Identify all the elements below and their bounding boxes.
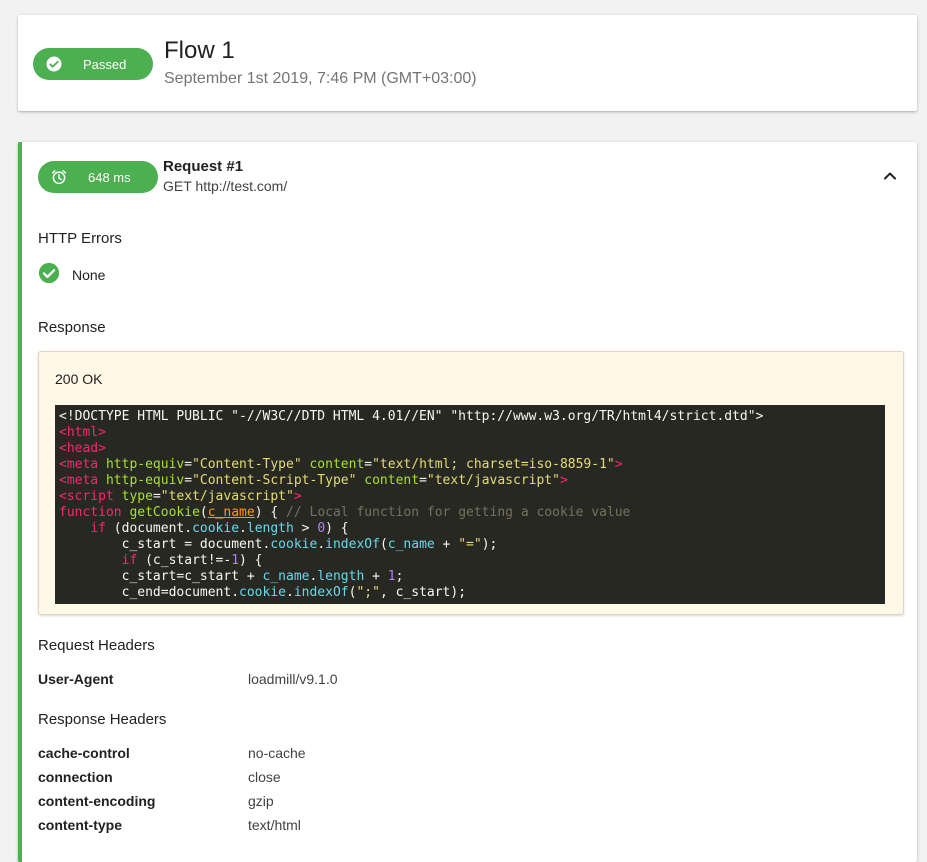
response-headers-title: Response Headers xyxy=(38,711,167,728)
code-token: (c_start!=- xyxy=(145,553,232,568)
code-token: content xyxy=(309,457,365,472)
header-key: content-encoding xyxy=(38,793,156,809)
check-circle-icon xyxy=(46,56,62,72)
header-value: text/html xyxy=(248,817,301,833)
flow-card: Passed Flow 1 September 1st 2019, 7:46 P… xyxy=(18,15,917,111)
code-token: document xyxy=(121,521,185,536)
code-token: function xyxy=(59,505,122,520)
code-token: 0 xyxy=(317,521,326,536)
code-token: c_name xyxy=(207,505,255,520)
code-token: <meta xyxy=(59,473,106,488)
code-token: > xyxy=(293,489,302,504)
code-token: ";" xyxy=(356,585,380,600)
duration-badge: 648 ms xyxy=(38,161,158,193)
code-token: 1 xyxy=(387,569,396,584)
http-errors-value: None xyxy=(72,267,106,283)
code-line: <!DOCTYPE HTML PUBLIC "-//W3C//DTD HTML … xyxy=(59,409,764,424)
code-token: > xyxy=(559,473,568,488)
request-header-row: User-Agent loadmill/v9.1.0 xyxy=(38,671,338,687)
header-value: close xyxy=(248,769,281,785)
code-token: c_name xyxy=(262,569,310,584)
chevron-up-icon[interactable] xyxy=(880,166,900,186)
request-headers-title: Request Headers xyxy=(38,637,155,654)
code-line: <head> xyxy=(59,441,106,456)
code-token: 1 xyxy=(231,553,240,568)
code-token: <script xyxy=(59,489,122,504)
alarm-clock-icon xyxy=(51,170,67,185)
response-body-code[interactable]: <!DOCTYPE HTML PUBLIC "-//W3C//DTD HTML … xyxy=(55,405,885,604)
response-header-row: connection close xyxy=(38,769,281,785)
code-token: c_start = document. xyxy=(121,537,271,552)
code-token: http-equiv xyxy=(105,473,185,488)
flow-date: September 1st 2019, 7:46 PM (GMT+03:00) xyxy=(164,70,477,87)
header-key: User-Agent xyxy=(38,671,114,687)
code-token: content xyxy=(364,473,420,488)
code-token: "text/html; charset=iso-8859-1" xyxy=(372,457,615,472)
passed-status-badge: Passed xyxy=(33,48,153,80)
header-key: cache-control xyxy=(38,745,130,761)
code-token: c_end=document. xyxy=(121,585,240,600)
flow-title: Flow 1 xyxy=(164,37,235,64)
request-card: 648 ms Request #1 GET http://test.com/ H… xyxy=(18,142,917,862)
code-token: "=" xyxy=(458,537,482,552)
code-token: cookie xyxy=(192,521,240,536)
code-token: if xyxy=(90,521,106,536)
code-token: cookie xyxy=(239,585,286,600)
code-token: // Local function for getting a cookie v… xyxy=(286,505,631,520)
code-token: getCookie xyxy=(129,505,200,520)
code-line: <html> xyxy=(59,425,106,440)
header-key: connection xyxy=(38,769,113,785)
code-token: indexOf xyxy=(293,585,349,600)
header-value: loadmill/v9.1.0 xyxy=(248,671,338,687)
header-value: gzip xyxy=(248,793,274,809)
code-token: , c_start); xyxy=(379,585,467,600)
response-header-row: cache-control no-cache xyxy=(38,745,306,761)
duration-label: 648 ms xyxy=(88,169,131,185)
code-token: http-equiv xyxy=(105,457,185,472)
response-header-row: content-type text/html xyxy=(38,817,301,833)
code-token: indexOf xyxy=(325,537,380,552)
response-status: 200 OK xyxy=(55,371,103,387)
code-token: "Content-Script-Type" xyxy=(192,473,357,488)
code-token: "text/javascript" xyxy=(426,473,560,488)
header-value: no-cache xyxy=(248,745,306,761)
response-panel: 200 OK <!DOCTYPE HTML PUBLIC "-//W3C//DT… xyxy=(38,351,904,615)
request-title: Request #1 xyxy=(163,158,244,175)
check-circle-icon xyxy=(38,262,60,284)
code-lines: <!DOCTYPE HTML PUBLIC "-//W3C//DTD HTML … xyxy=(59,409,764,600)
code-token: c_name xyxy=(387,537,435,552)
code-token: length xyxy=(246,521,294,536)
code-token: if xyxy=(121,553,138,568)
request-url: GET http://test.com/ xyxy=(163,178,288,194)
code-token: type xyxy=(121,489,153,504)
response-title: Response xyxy=(38,319,106,336)
response-header-row: content-encoding gzip xyxy=(38,793,274,809)
code-token: > xyxy=(614,457,623,472)
code-token: cookie xyxy=(270,537,318,552)
header-key: content-type xyxy=(38,817,122,833)
passed-label: Passed xyxy=(83,56,127,72)
code-token: c_start=c_start + xyxy=(121,569,263,584)
code-token: "Content-Type" xyxy=(192,457,302,472)
http-errors-title: HTTP Errors xyxy=(38,230,122,247)
code-token: length xyxy=(317,569,365,584)
code-token: "text/javascript" xyxy=(160,489,294,504)
code-token: <meta xyxy=(59,457,106,472)
